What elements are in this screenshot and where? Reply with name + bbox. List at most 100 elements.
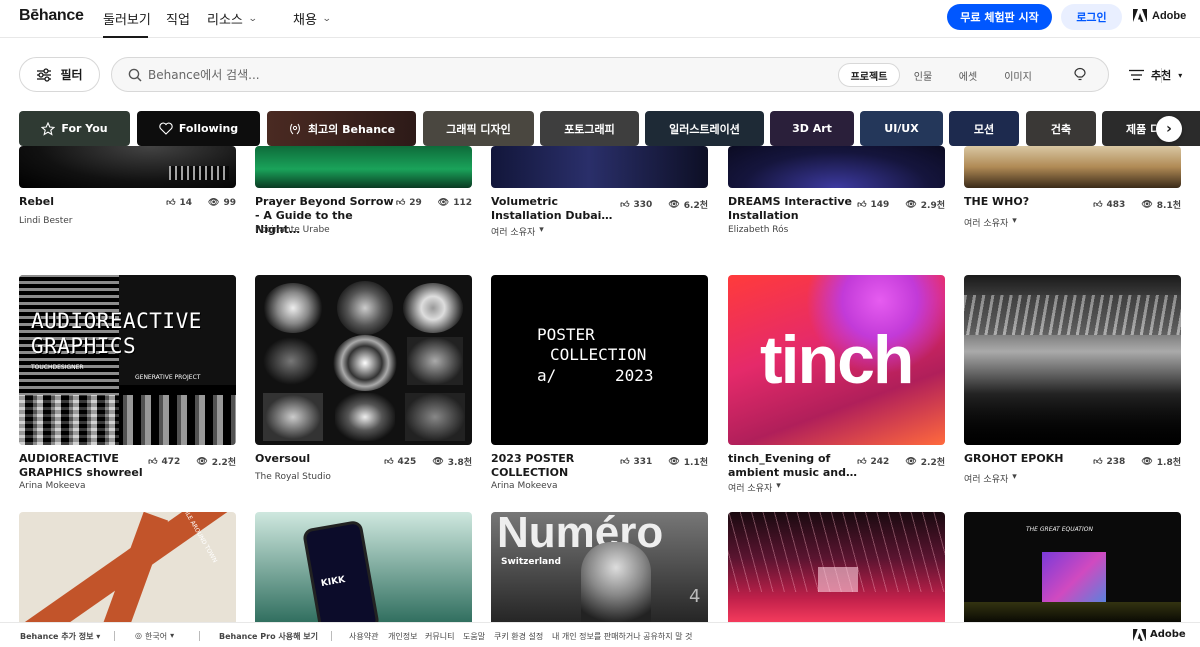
likes-count: 472: [161, 456, 181, 467]
footer-do-not-sell[interactable]: 내 개인 정보를 판매하거나 공유하지 말 것: [552, 631, 692, 642]
segment-people[interactable]: 인물: [905, 63, 941, 87]
behance-logo[interactable]: Bēhance: [19, 7, 84, 25]
project-thumbnail[interactable]: [255, 146, 472, 188]
project-grid: Rebel Lindi Bester 👍︎ 14 👁︎ 99 Prayer Beyo…: [0, 146, 1200, 622]
project-thumbnail[interactable]: [491, 146, 708, 188]
chip-following[interactable]: Following: [137, 111, 260, 146]
project-thumbnail[interactable]: [964, 146, 1181, 188]
project-title[interactable]: Rebel: [19, 195, 159, 209]
project-thumbnail[interactable]: [255, 275, 472, 445]
project-stats: 👍︎ 29 👁︎ 112: [396, 198, 472, 208]
footer-privacy[interactable]: 개인정보: [388, 631, 417, 642]
footer-more-info[interactable]: Behance 추가 정보 ▾: [20, 631, 100, 642]
chip-photography[interactable]: 포토그래피: [540, 111, 639, 146]
footer-help[interactable]: 도움말: [463, 631, 485, 642]
project-owner[interactable]: 여러 소유자 ▾: [728, 481, 781, 494]
project-stats: 👍︎ 238 👁︎ 1.8천: [1093, 455, 1181, 469]
nav-resources[interactable]: 리소스 ⌄: [207, 9, 258, 28]
chip-best-of-behance[interactable]: 최고의 Behance: [267, 111, 416, 146]
project-thumbnail[interactable]: AUDIOREACTIVE GRAPHICS TOUCHDESIGNER GEN…: [19, 275, 236, 445]
project-owner[interactable]: The Royal Studio: [255, 472, 331, 482]
project-owner[interactable]: Elizabeth Rós: [728, 225, 788, 235]
project-title[interactable]: AUDIOREACTIVE GRAPHICS showreel: [19, 452, 159, 480]
eye-icon: 👁︎: [905, 199, 917, 210]
project-title[interactable]: 2023 POSTER COLLECTION: [491, 452, 631, 480]
nav-jobs[interactable]: 직업: [166, 9, 190, 28]
project-title[interactable]: Volumetric Installation Dubai…: [491, 195, 631, 223]
nav-hiring[interactable]: 채용 ⌄: [293, 9, 332, 28]
artwork-text: 2023: [615, 366, 654, 385]
project-thumbnail[interactable]: THE GREAT EQUATION: [964, 512, 1181, 622]
login-button[interactable]: 로그인: [1061, 4, 1122, 30]
thumbs-up-icon: 👍︎: [395, 198, 406, 208]
project-owner[interactable]: Rocinante Urabe: [255, 225, 330, 235]
laurel-icon: [290, 123, 300, 134]
project-thumbnail[interactable]: tinch: [728, 275, 945, 445]
project-title[interactable]: tinch_Evening of ambient music and…: [728, 452, 868, 480]
artwork-text: GENERATIVE PROJECT: [135, 374, 201, 381]
footer-cookie-settings[interactable]: 쿠키 환경 설정: [494, 631, 543, 642]
chevron-right-icon: ›: [1166, 121, 1172, 137]
chevron-down-icon: ⌄: [321, 13, 332, 24]
segment-projects[interactable]: 프로젝트: [838, 63, 900, 87]
project-title[interactable]: DREAMS Interactive Installation: [728, 195, 868, 223]
project-owner[interactable]: 여러 소유자 ▾: [964, 472, 1017, 485]
filter-button[interactable]: 필터: [19, 57, 100, 92]
chip-architecture[interactable]: 건축: [1026, 111, 1096, 146]
chip-illustration[interactable]: 일러스트레이션: [645, 111, 764, 146]
chip-product-design[interactable]: 제품 디자인: [1102, 111, 1200, 146]
chip-label: 일러스트레이션: [669, 122, 740, 136]
thumbs-up-icon: 👍︎: [857, 456, 867, 467]
search-input[interactable]: [148, 58, 828, 91]
footer-language[interactable]: ◎ 한국어 ▾: [135, 631, 174, 642]
project-thumbnail[interactable]: TILE AROUND TOWN: [19, 512, 236, 622]
footer-community[interactable]: 커뮤니티: [425, 631, 454, 642]
lightbulb-icon[interactable]: [1072, 67, 1088, 82]
project-thumbnail[interactable]: POSTER COLLECTION a/ 2023: [491, 275, 708, 445]
search-bar: 프로젝트 인물 에셋 이미지: [111, 57, 1162, 92]
thumbs-up-icon: 👍︎: [1093, 199, 1103, 210]
segment-assets[interactable]: 에셋: [950, 63, 986, 87]
project-thumbnail[interactable]: [964, 275, 1181, 445]
nav-hiring-label: 채용: [293, 13, 317, 28]
project-thumbnail[interactable]: Numéro Switzerland 4: [491, 512, 708, 622]
adobe-link[interactable]: Adobe: [1133, 9, 1186, 22]
project-owner[interactable]: Lindi Bester: [19, 216, 72, 226]
chip-3d-art[interactable]: 3D Art: [770, 111, 854, 146]
thumbs-up-icon: 👍︎: [620, 199, 630, 210]
project-owner[interactable]: 여러 소유자 ▾: [964, 216, 1017, 229]
nav-explore[interactable]: 둘러보기: [103, 9, 151, 28]
project-owner[interactable]: Arina Mokeeva: [491, 481, 558, 491]
footer-terms[interactable]: 사용약관: [349, 631, 378, 642]
project-thumbnail[interactable]: [19, 146, 236, 188]
chip-ui-ux[interactable]: UI/UX: [860, 111, 943, 146]
chip-label: 건축: [1050, 122, 1072, 136]
start-free-trial-button[interactable]: 무료 체험판 시작: [947, 4, 1052, 30]
project-title[interactable]: Oversoul: [255, 452, 395, 466]
chip-for-you[interactable]: For You: [19, 111, 130, 146]
project-title[interactable]: GROHOT EPOKH: [964, 452, 1104, 466]
caret-down-icon: ▾: [776, 481, 781, 491]
segment-images[interactable]: 이미지: [996, 63, 1040, 87]
sort-dropdown[interactable]: 추천 ▾: [1129, 67, 1182, 83]
adobe-label: Adobe: [1152, 9, 1187, 22]
likes-count: 14: [179, 198, 193, 208]
likes-count: 29: [409, 198, 422, 208]
footer-adobe-link[interactable]: Adobe: [1133, 629, 1186, 641]
chips-next-button[interactable]: ›: [1156, 116, 1182, 142]
eye-icon: 👁︎: [905, 456, 917, 467]
project-stats: 👍︎ 331 👁︎ 1.1천: [620, 455, 708, 469]
project-title[interactable]: THE WHO?: [964, 195, 1104, 209]
views-count: 1.8천: [1156, 458, 1181, 468]
footer-behance-pro[interactable]: Behance Pro 사용해 보기: [219, 631, 318, 642]
chip-graphic-design[interactable]: 그래픽 디자인: [423, 111, 534, 146]
project-thumbnail[interactable]: [728, 512, 945, 622]
project-thumbnail[interactable]: [728, 146, 945, 188]
project-stats: 👍︎ 242 👁︎ 2.2천: [857, 455, 945, 469]
chip-motion[interactable]: 모션: [949, 111, 1019, 146]
project-owner[interactable]: 여러 소유자 ▾: [491, 225, 544, 238]
views-count: 2.2천: [920, 458, 945, 468]
project-thumbnail[interactable]: KIKK: [255, 512, 472, 622]
thumbs-up-icon: 👍︎: [620, 456, 630, 467]
project-owner[interactable]: Arina Mokeeva: [19, 481, 86, 491]
